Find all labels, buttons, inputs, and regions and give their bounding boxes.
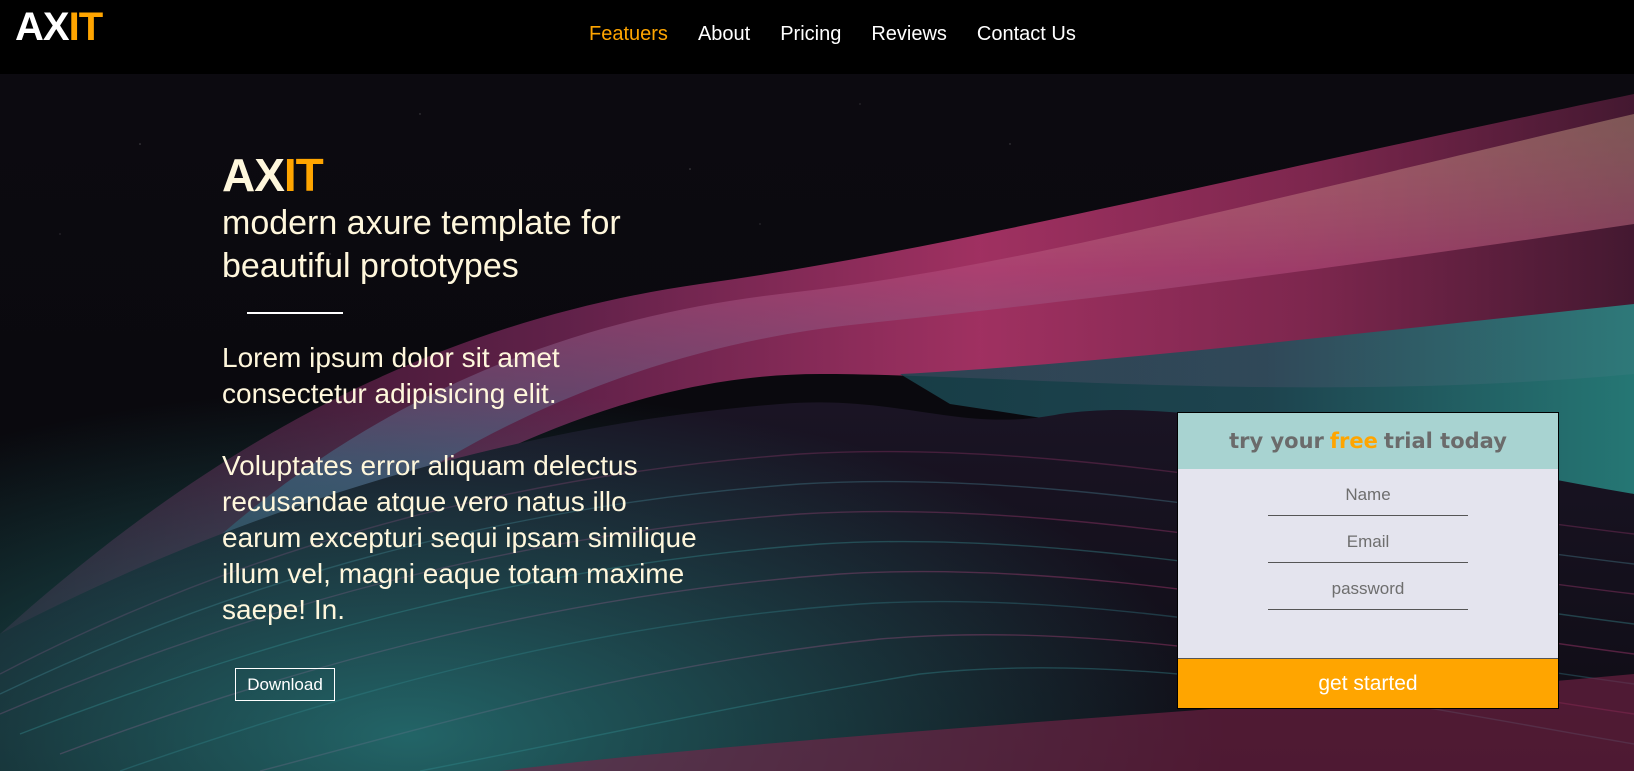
password-field-wrapper [1268, 563, 1468, 610]
hero-divider [247, 312, 343, 314]
hero-paragraph-2: Voluptates error aliquam delectus recusa… [222, 450, 697, 625]
main-nav: Featuers About Pricing Reviews Contact U… [589, 0, 1076, 68]
nav-item-contact-us[interactable]: Contact Us [977, 23, 1076, 46]
hero-section: AXIT modern axure template for beautiful… [222, 152, 702, 628]
hero-title: AXIT [222, 152, 702, 198]
hero-title-part1: AX [222, 149, 285, 201]
hero-tagline: modern axure template for beautiful prot… [222, 204, 621, 285]
download-button[interactable]: Download [235, 668, 335, 701]
free-trial-heading-after: trial today [1383, 429, 1507, 453]
top-navigation-bar: AXIT Featuers About Pricing Reviews Cont… [0, 0, 1634, 74]
nav-item-featuers[interactable]: Featuers [589, 23, 668, 46]
hero-paragraph-1: Lorem ipsum dolor sit amet consectetur a… [222, 342, 560, 409]
nav-item-pricing[interactable]: Pricing [780, 23, 841, 46]
free-trial-form: try your free trial today get started [1177, 412, 1559, 709]
nav-item-reviews[interactable]: Reviews [871, 23, 947, 46]
brand-logo-part2: IT [68, 5, 104, 49]
brand-logo[interactable]: AXIT [15, 5, 104, 49]
email-field-wrapper [1268, 516, 1468, 563]
free-trial-heading: try your free trial today [1178, 413, 1558, 469]
nav-item-about[interactable]: About [698, 23, 750, 46]
name-input[interactable] [1268, 469, 1468, 515]
free-trial-heading-highlight: free [1329, 429, 1378, 453]
email-input[interactable] [1268, 516, 1468, 562]
brand-logo-part1: AX [15, 5, 70, 49]
free-trial-heading-before: try your [1229, 429, 1324, 453]
get-started-button[interactable]: get started [1178, 658, 1558, 708]
password-input[interactable] [1268, 563, 1468, 609]
name-field-wrapper [1268, 469, 1468, 516]
hero-title-part2: IT [283, 149, 324, 201]
